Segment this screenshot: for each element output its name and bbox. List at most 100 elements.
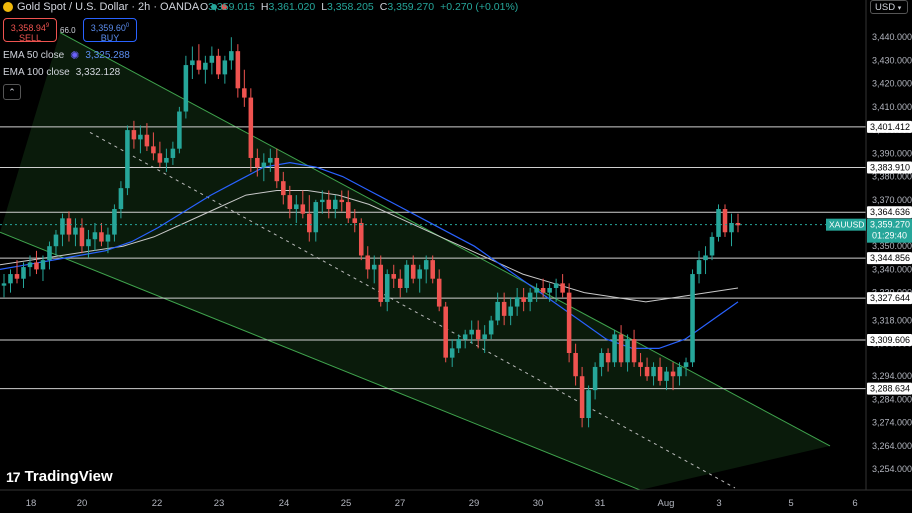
ema50-legend[interactable]: EMA 50 close ✺ 3,325.288 — [3, 49, 130, 62]
candle-body — [605, 353, 611, 363]
candle-body — [644, 366, 650, 377]
last-price-label: 3,359.270 — [870, 220, 910, 230]
candle-body — [683, 362, 689, 367]
price-tick-label: 3,370.000 — [872, 195, 912, 205]
candle-body — [229, 51, 234, 61]
candle-body — [410, 264, 416, 279]
time-tick-label: Aug — [658, 498, 675, 509]
level-price-label: 3,401.412 — [870, 122, 910, 132]
candle-body — [170, 148, 176, 158]
candle-body — [482, 334, 487, 340]
candle-body — [274, 157, 280, 182]
candle-body — [339, 199, 345, 203]
channel-midline — [89, 131, 736, 489]
candle-body — [469, 329, 474, 335]
candle-body — [209, 55, 215, 63]
currency-selector[interactable]: USD ▾ — [870, 0, 908, 14]
sell-button[interactable]: 3,358.949 SELL — [3, 18, 57, 43]
buy-button[interactable]: 3,359.600 BUY — [83, 18, 137, 43]
candle-body — [547, 287, 552, 293]
gold-icon — [3, 2, 13, 12]
time-tick-label: 30 — [533, 498, 544, 509]
candle-body — [203, 62, 208, 70]
candle-body — [449, 348, 455, 358]
spread-value: 66.0 — [60, 26, 76, 35]
candle-body — [417, 269, 422, 279]
candle-body — [527, 292, 533, 302]
candle-body — [462, 334, 468, 340]
ema100-legend[interactable]: EMA 100 close 3,332.128 — [3, 67, 120, 78]
candle-body — [86, 239, 91, 247]
candle-body — [521, 297, 526, 302]
candle-body — [625, 339, 630, 363]
time-tick-label: 5 — [788, 498, 793, 509]
candle-body — [423, 260, 429, 270]
candle-body — [573, 353, 578, 377]
price-tick-label: 3,430.000 — [872, 55, 912, 65]
candle-body — [618, 334, 624, 363]
candle-body — [443, 306, 448, 358]
tradingview-icon: 17 — [6, 468, 21, 485]
gear-icon[interactable]: ✺ — [70, 49, 79, 62]
price-chart[interactable]: 3,440.000 3,430.000 3,420.000 3,410.000 3,40… — [0, 0, 912, 513]
candle-body — [326, 199, 332, 210]
price-tick-label: 3,284.000 — [872, 394, 912, 404]
collapse-legend-button[interactable]: ⌃ — [3, 84, 21, 100]
candle-body — [27, 262, 33, 268]
price-tick-label: 3,390.000 — [872, 148, 912, 158]
candle-body — [579, 376, 585, 419]
candle-body — [235, 51, 241, 89]
candle-body — [631, 339, 637, 363]
candle-body — [371, 264, 377, 270]
candle-body — [53, 234, 59, 247]
candle-body — [190, 60, 195, 66]
candle-body — [14, 274, 20, 279]
candle-body — [79, 227, 85, 247]
candle-body — [47, 246, 52, 261]
candle-body — [66, 218, 72, 235]
chevron-down-icon: ▾ — [897, 5, 902, 12]
time-tick-label: 6 — [852, 498, 857, 509]
price-tick-label: 3,340.000 — [872, 264, 912, 274]
candle-body — [99, 232, 104, 242]
price-tick-label: 3,264.000 — [872, 441, 912, 451]
time-axis-bg — [0, 490, 912, 513]
symbol-tag-label: XAUUSD — [829, 220, 864, 230]
candle-body — [612, 334, 617, 363]
candle-body — [397, 278, 403, 288]
time-tick-label: 24 — [279, 498, 290, 509]
candle-body — [391, 274, 397, 279]
tradingview-logo: 17 TradingView — [6, 468, 113, 485]
level-price-label: 3,327.644 — [870, 293, 910, 303]
candle-body — [294, 204, 299, 210]
candle-body — [664, 371, 669, 381]
candle-body — [313, 202, 319, 233]
candle-body — [248, 97, 254, 158]
candle-body — [320, 199, 325, 203]
price-tick-label: 3,294.000 — [872, 371, 912, 381]
candle-body — [333, 199, 338, 210]
candle-body — [599, 353, 604, 367]
candle-body — [404, 264, 409, 288]
candle-body — [670, 371, 676, 377]
price-tick-label: 3,254.000 — [872, 464, 912, 474]
candle-body — [365, 255, 371, 270]
symbol-label: Gold Spot / U.S. Dollar · 2h · OANDA — [17, 1, 200, 13]
time-axis[interactable]: 18 20 22 23 24 25 27 29 30 31 Aug 3 5 6 — [0, 489, 912, 513]
candle-body — [456, 339, 461, 349]
candle-body — [352, 218, 358, 223]
level-price-label: 3,364.636 — [870, 207, 910, 217]
level-price-label: 3,383.910 — [870, 162, 910, 172]
change-readout: +0.270 (+0.01%) — [440, 1, 519, 13]
candle-body — [560, 283, 565, 293]
candle-body — [716, 209, 721, 237]
time-tick-label: 31 — [595, 498, 606, 509]
candle-body — [566, 292, 572, 354]
candle-body — [151, 146, 156, 154]
symbol-title[interactable]: Gold Spot / U.S. Dollar · 2h · OANDA — [3, 1, 228, 13]
candle-body — [144, 134, 150, 147]
candle-body — [222, 60, 228, 75]
candle-body — [651, 366, 656, 377]
time-tick-label: 3 — [716, 498, 721, 509]
candle-body — [8, 274, 13, 284]
